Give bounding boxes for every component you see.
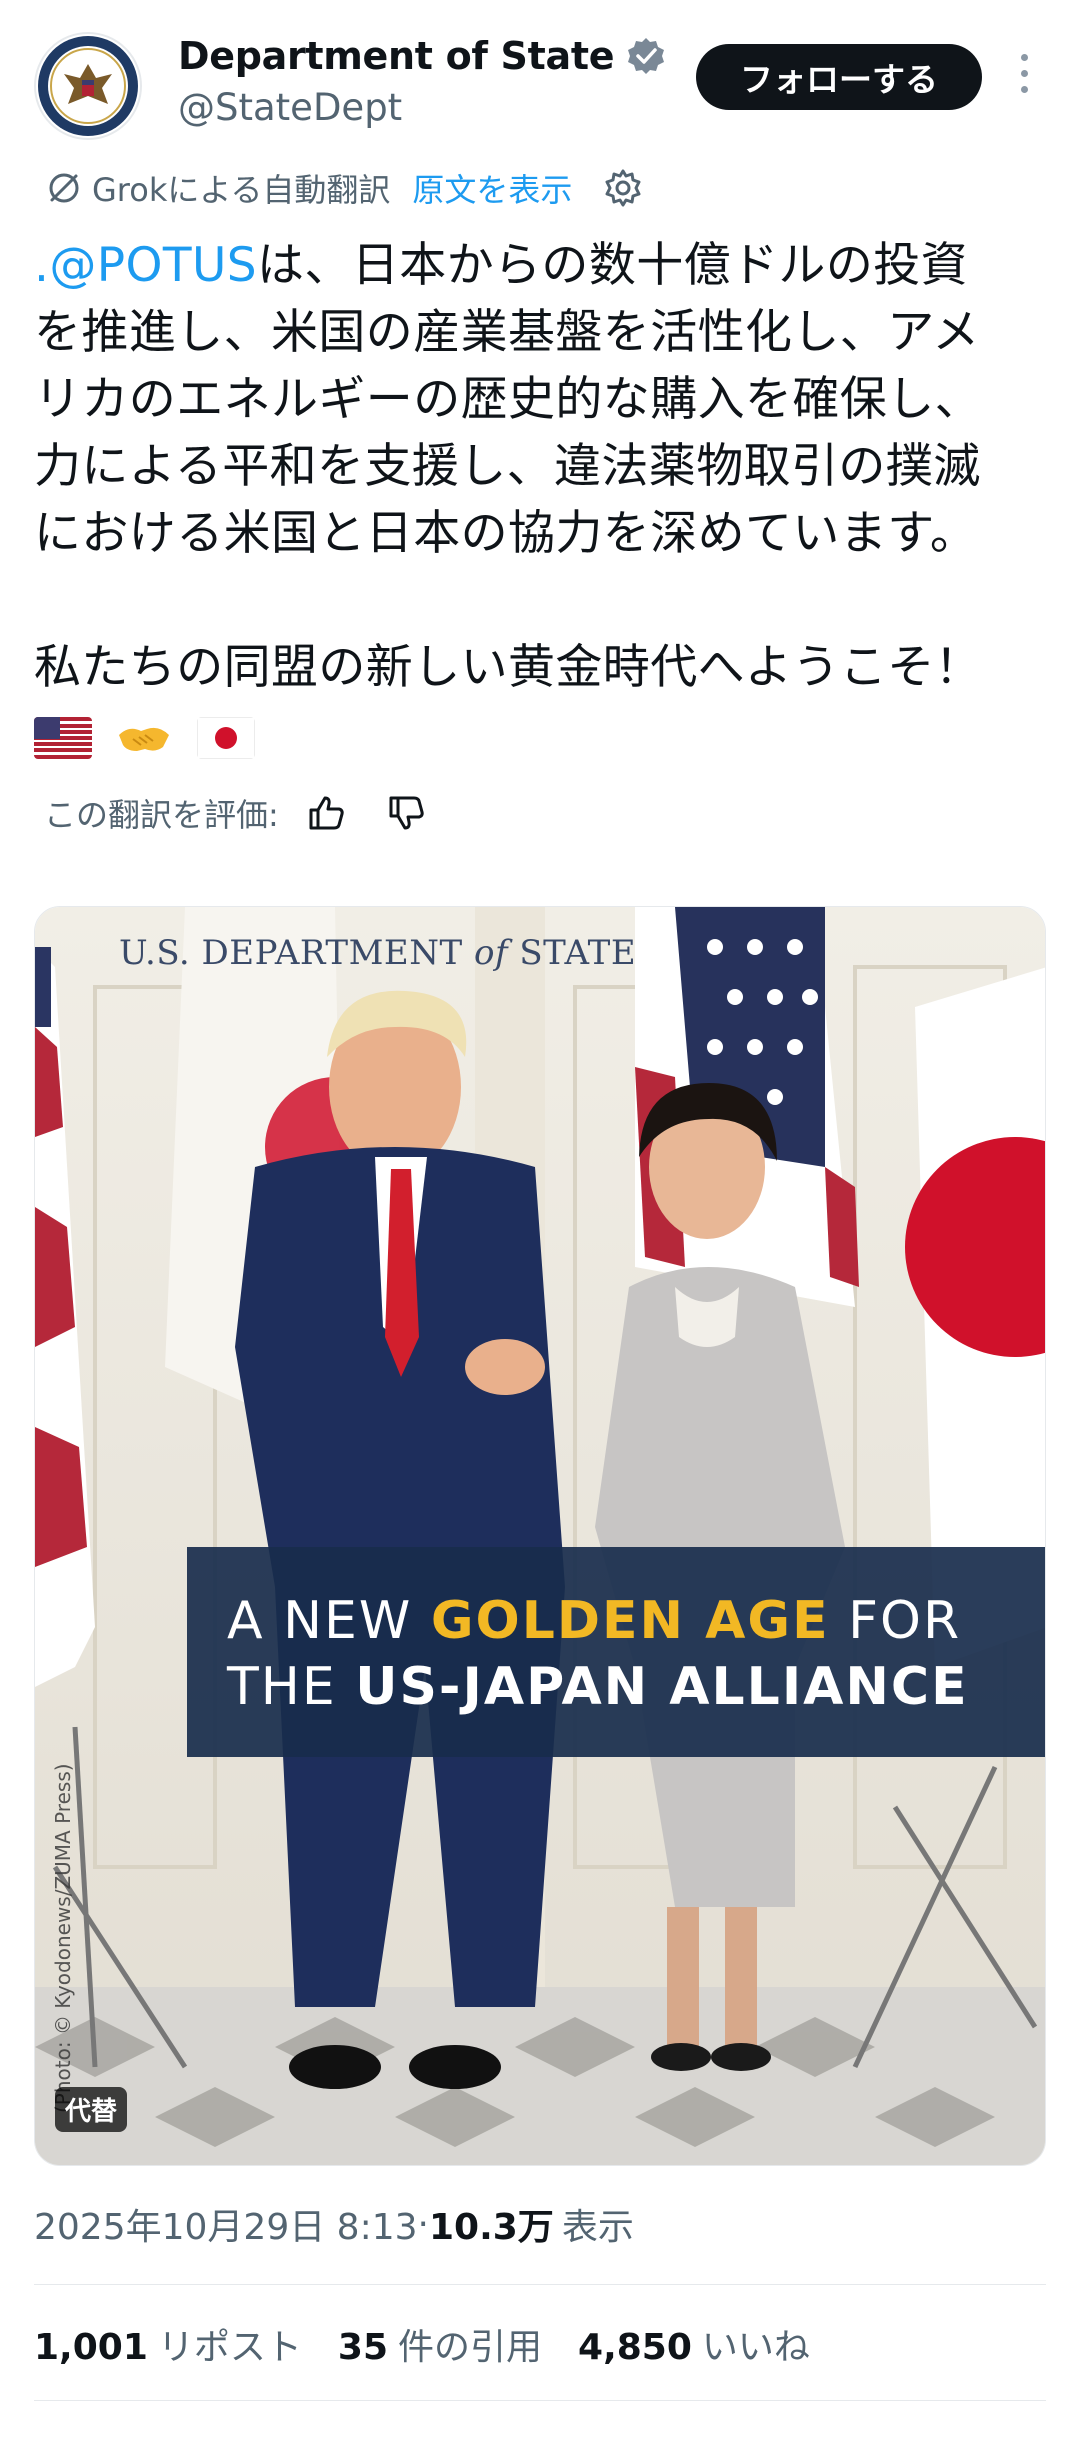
tweet-emoji-line (34, 701, 1054, 768)
thumbs-up-icon[interactable] (303, 790, 349, 836)
tweet-line-1: .@POTUSは、日本からの数十億ドルの投資 (34, 232, 1054, 299)
state-seal-icon (38, 36, 138, 136)
show-original-link[interactable]: 原文を表示 (412, 165, 572, 211)
account-handle[interactable]: @StateDept (178, 86, 402, 129)
japan-flag-icon (196, 716, 255, 759)
alt-text-badge[interactable]: 代替 (55, 2087, 128, 2132)
tweet-line-1-text: は、日本からの数十億ドルの投資 (257, 238, 969, 293)
reposts-label: リポスト (157, 2327, 302, 2368)
gear-icon[interactable] (602, 167, 644, 209)
display-name[interactable]: Department of State (178, 34, 614, 78)
quotes-count: 35 (337, 2327, 388, 2368)
auto-translate-label: Grokによる自動翻訳 (92, 171, 391, 209)
image-header-text: U.S. DEPARTMENT of STATE (119, 933, 636, 973)
image-header-prefix: U.S. DEPARTMENT (119, 933, 474, 973)
banner-text-a: A NEW (227, 1591, 431, 1651)
translation-row: Grokによる自動翻訳 原文を表示 (44, 166, 644, 210)
handshake-icon (119, 727, 170, 751)
tweet-line-3: リカのエネルギーの歴史的な購入を確保し、 (34, 372, 982, 427)
post-datetime[interactable]: 2025年10月29日 8:13 (34, 2198, 418, 2250)
likes-count: 4,850 (578, 2327, 692, 2368)
banner-bold-text: US-JAPAN ALLIANCE (355, 1657, 969, 1717)
likes-stat[interactable]: 4,850 いいね (578, 2318, 810, 2370)
tweet-meta-row: 2025年10月29日 8:13 · 10.3万 表示 (34, 2198, 634, 2250)
tweet-line-6: 私たちの同盟の新しい黄金時代へようこそ！ (34, 640, 982, 695)
more-options-icon[interactable] (1012, 54, 1036, 100)
tweet-text: .@POTUSは、日本からの数十億ドルの投資 を推進し、米国の産業基盤を活性化し… (34, 232, 1054, 768)
banner-line-1: A NEW GOLDEN AGE FOR (227, 1591, 961, 1651)
verified-badge-icon (628, 38, 665, 74)
name-row: Department of State (178, 34, 666, 78)
banner-gold-text: GOLDEN AGE (430, 1591, 830, 1651)
thumbs-down-icon[interactable] (383, 790, 429, 836)
tweet-line-4: 力による平和を支援し、違法薬物取引の撲滅 (34, 439, 981, 494)
photo-credit: (Photo: © Kyodonews/ZUMA Press) (51, 1763, 75, 2113)
follow-button[interactable]: フォローする (696, 44, 982, 110)
account-avatar[interactable] (34, 32, 142, 140)
reposts-count: 1,001 (34, 2327, 148, 2368)
engagement-stats-row: 1,001 リポスト 35 件の引用 4,850 いいね (34, 2318, 846, 2370)
grok-icon (49, 173, 79, 203)
rate-translation-row: この翻訳を評価: (44, 790, 429, 836)
quotes-stat[interactable]: 35 件の引用 (338, 2318, 542, 2370)
us-flag-icon (34, 716, 92, 759)
tweet-line-5: における米国と日本の協力を深めています。 (34, 506, 978, 561)
banner-line-2: THE US-JAPAN ALLIANCE (227, 1657, 969, 1717)
banner-text-b: FOR (829, 1591, 962, 1651)
tweet-image[interactable]: U.S. DEPARTMENT of STATE A NEW GOLDEN AG… (34, 906, 1046, 2166)
image-header-of: of (473, 933, 509, 973)
potus-mention-link[interactable]: .@POTUS (34, 238, 257, 293)
rate-translation-label: この翻訳を評価: (44, 796, 279, 834)
views-count: 10.3万 (428, 2207, 554, 2248)
views-label: 表示 (561, 2207, 634, 2248)
divider (34, 2400, 1046, 2401)
photo-illustration (35, 907, 1045, 2165)
tweet-line-2: を推進し、米国の産業基盤を活性化し、アメ (34, 305, 980, 360)
likes-label: いいね (701, 2327, 810, 2368)
image-header-suffix: STATE (508, 933, 637, 973)
divider (34, 2284, 1046, 2285)
quotes-label: 件の引用 (398, 2327, 543, 2368)
image-banner: A NEW GOLDEN AGE FOR THE US-JAPAN ALLIAN… (187, 1547, 1045, 1757)
reposts-stat[interactable]: 1,001 リポスト (34, 2318, 302, 2370)
banner-text-c: THE (227, 1657, 356, 1717)
meta-separator: · (417, 2203, 429, 2245)
